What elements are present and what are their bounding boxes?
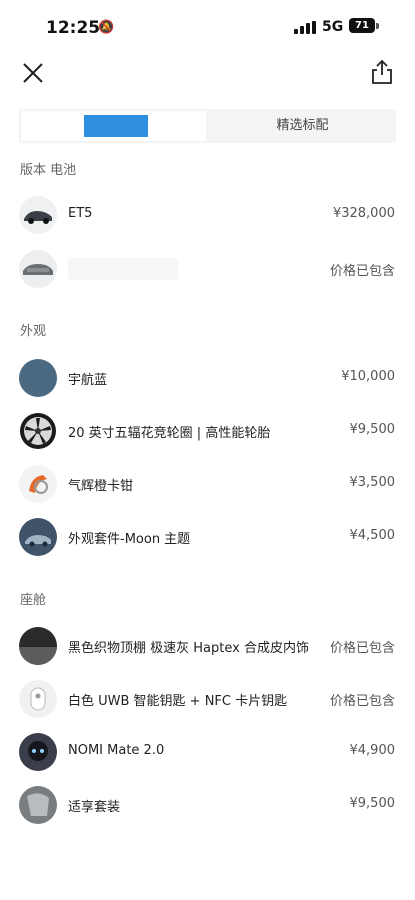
battery-icon: 71	[349, 18, 375, 33]
item-price: ¥4,900	[349, 743, 396, 758]
item-price: ¥9,500	[349, 796, 396, 811]
item-name: ET5	[68, 206, 93, 221]
interior-icon	[19, 627, 57, 665]
list-item[interactable]: 20 英寸五辐花竞轮圈 | 高性能轮胎 ¥9,500	[0, 410, 415, 452]
list-item[interactable]: ET5 ¥328,000	[0, 194, 415, 236]
section-title-cabin: 座舱	[20, 593, 47, 608]
item-name: 气辉橙卡钳	[68, 479, 134, 494]
network-type: 5G	[322, 19, 344, 35]
tab-bar: 精选标配	[19, 109, 396, 143]
item-name: NOMI Mate 2.0	[68, 743, 165, 758]
item-price: 价格已包含	[329, 264, 395, 279]
list-item[interactable]: 白色 UWB 智能钥匙 + NFC 卡片钥匙 价格已包含	[0, 678, 415, 720]
item-price: ¥4,500	[349, 528, 396, 543]
share-icon	[372, 59, 392, 84]
item-price: ¥3,500	[349, 475, 396, 490]
list-item[interactable]: NOMI Mate 2.0 ¥4,900	[0, 731, 415, 773]
list-item[interactable]: 黑色织物顶棚 极速灰 Haptex 合成皮内饰 价格已包含	[0, 625, 415, 667]
close-button[interactable]	[20, 60, 46, 86]
item-price: ¥10,000	[341, 369, 395, 384]
redaction-mark	[84, 115, 148, 137]
close-icon	[23, 63, 43, 83]
tab-standard-features[interactable]: 精选标配	[209, 109, 396, 143]
exterior-kit-icon	[19, 518, 57, 556]
item-name: 黑色织物顶棚 极速灰 Haptex 合成皮内饰	[68, 641, 309, 656]
nomi-icon	[19, 733, 57, 771]
list-item[interactable]: 外观套件-Moon 主题 ¥4,500	[0, 516, 415, 558]
item-price: 价格已包含	[329, 641, 395, 656]
color-swatch-icon	[19, 359, 57, 397]
blurred-label	[68, 258, 178, 280]
status-time: 12:25	[46, 18, 101, 38]
item-price: 价格已包含	[329, 694, 395, 709]
seat-icon	[19, 786, 57, 824]
list-item[interactable]: 价格已包含	[0, 248, 415, 290]
share-button[interactable]	[368, 58, 396, 86]
item-name: 20 英寸五辐花竞轮圈 | 高性能轮胎	[68, 426, 271, 441]
wheel-icon	[19, 412, 57, 450]
signal-icon	[294, 21, 318, 34]
item-name: 适享套装	[68, 800, 121, 815]
silent-bell-icon: 🔕	[98, 20, 115, 35]
list-item[interactable]: 适享套装 ¥9,500	[0, 784, 415, 826]
battery-tip	[376, 23, 379, 29]
car-side-icon	[19, 196, 57, 234]
item-name: 宇航蓝	[68, 373, 108, 388]
section-title-version: 版本 电池	[20, 163, 77, 178]
list-item[interactable]: 气辉橙卡钳 ¥3,500	[0, 463, 415, 505]
list-item[interactable]: 宇航蓝 ¥10,000	[0, 357, 415, 399]
key-fob-icon	[19, 680, 57, 718]
battery-pack-icon	[19, 250, 57, 288]
caliper-icon	[19, 465, 57, 503]
item-price: ¥328,000	[332, 206, 395, 221]
status-bar: 12:25 🔕 5G 71	[0, 0, 415, 56]
item-name: 白色 UWB 智能钥匙 + NFC 卡片钥匙	[68, 694, 288, 709]
section-title-exterior: 外观	[20, 324, 47, 339]
item-price: ¥9,500	[349, 422, 396, 437]
item-name: 外观套件-Moon 主题	[68, 532, 191, 547]
